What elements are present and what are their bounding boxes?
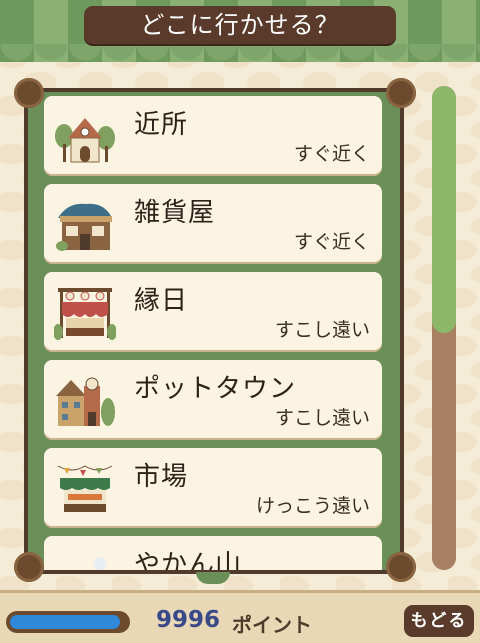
destination-name: ポットタウン [134, 374, 297, 404]
destination-item-pot-town[interactable]: ポットタウン すこし遠い [44, 360, 382, 438]
board-corner-bottom-left [14, 552, 44, 582]
destination-distance: すぐ近く [293, 143, 370, 165]
destination-distance: けっこう遠い [255, 495, 370, 517]
points-gauge [6, 611, 130, 633]
house-icon [55, 118, 115, 163]
destination-name: やかん山 [134, 550, 243, 574]
destination-distance: すこし遠い [274, 407, 370, 429]
board-corner-bottom-right [386, 552, 416, 582]
market-stall-icon [57, 465, 113, 512]
destination-name: 市場 [134, 462, 189, 492]
mountain-icon [94, 557, 106, 570]
destination-item-ichiba[interactable]: 市場 けっこう遠い [44, 448, 382, 526]
destination-distance: すこし遠い [274, 319, 370, 341]
points-gauge-fill [10, 615, 120, 629]
scrollbar-track[interactable] [432, 86, 456, 570]
destination-name: 近所 [134, 110, 189, 140]
destination-item-yakan-yama[interactable]: やかん山 [44, 536, 382, 574]
destination-board: 近所 すぐ近く 雑貨屋 すぐ近く 縁日 すこし遠い ポットタウン すこし遠い 市… [24, 88, 404, 574]
destination-item-ennichi[interactable]: 縁日 すこし遠い [44, 272, 382, 350]
shop-icon [56, 203, 112, 251]
destination-item-kinjo[interactable]: 近所 すぐ近く [44, 96, 382, 174]
destination-item-zakkaya[interactable]: 雑貨屋 すぐ近く [44, 184, 382, 262]
destination-name: 雑貨屋 [134, 198, 216, 228]
back-button[interactable]: もどる [404, 605, 474, 637]
page-title: どこに行かせる？ [84, 6, 396, 44]
town-icon [56, 377, 115, 426]
destination-name: 縁日 [134, 286, 189, 316]
points-label: ポイント [232, 613, 312, 637]
bottom-bar: 9996 ポイント もどる [0, 590, 480, 643]
scrollbar-thumb[interactable] [432, 86, 456, 333]
festival-stall-icon [54, 288, 116, 340]
points-value: 9996 [156, 607, 221, 633]
board-corner-top-left [14, 78, 44, 108]
destination-distance: すぐ近く [293, 231, 370, 253]
board-corner-top-right [386, 78, 416, 108]
destination-list: 近所 すぐ近く 雑貨屋 すぐ近く 縁日 すこし遠い ポットタウン すこし遠い 市… [44, 96, 384, 574]
awning-scallops [0, 44, 480, 70]
